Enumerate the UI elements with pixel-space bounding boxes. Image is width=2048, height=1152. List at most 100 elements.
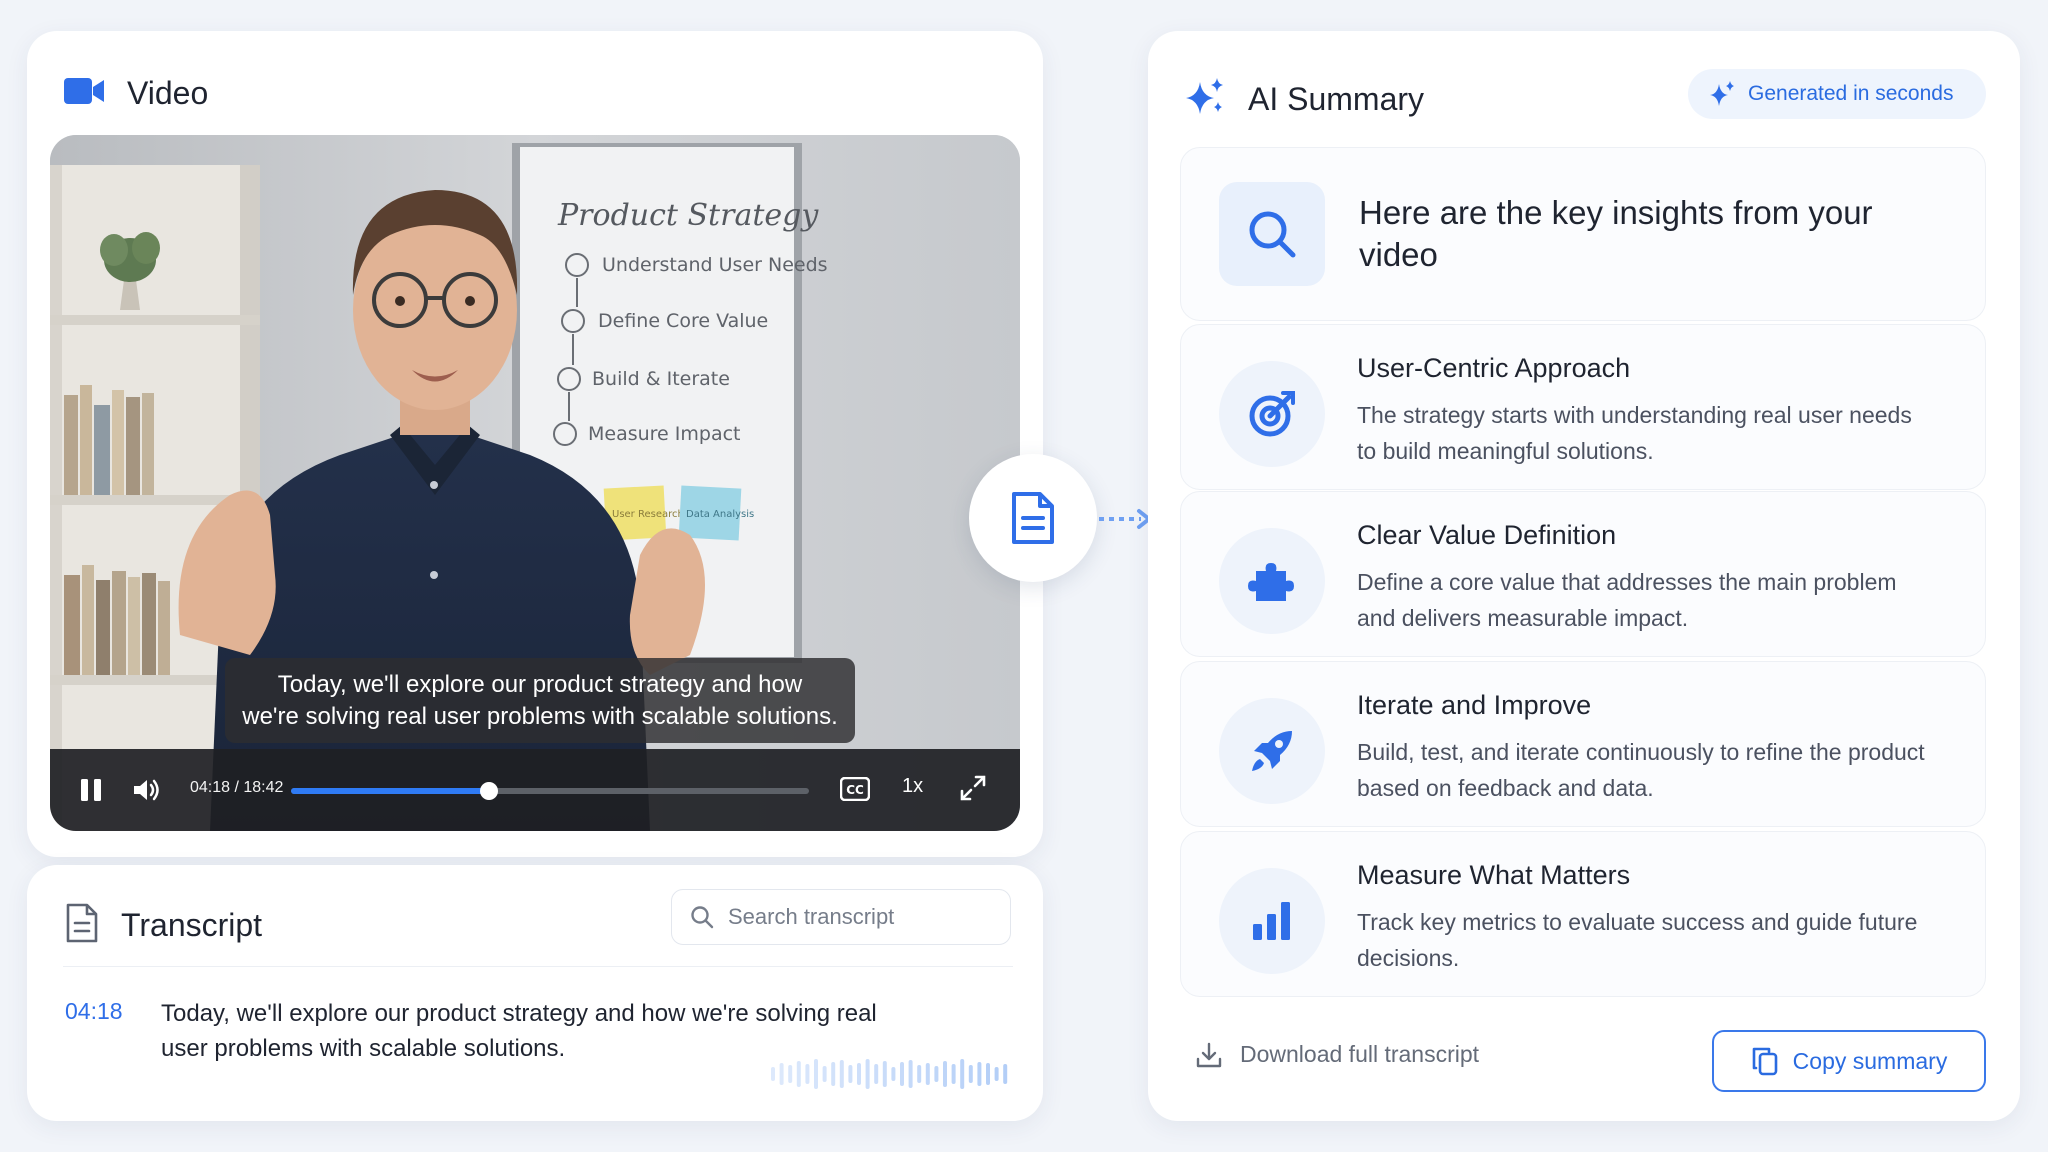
whiteboard-heading: Product Strategy (557, 198, 819, 233)
arrow-right-icon (1099, 509, 1153, 529)
target-icon (1249, 391, 1295, 437)
document-icon (65, 903, 99, 948)
progress-thumb[interactable] (480, 782, 499, 800)
waveform-bar (1003, 1064, 1008, 1084)
video-camera-icon (63, 76, 105, 111)
waveform-bar (882, 1061, 887, 1087)
insight-card: User-Centric Approach The strategy start… (1180, 324, 1986, 490)
video-title: Video (127, 74, 209, 111)
whiteboard-step-4: Measure Impact (588, 423, 741, 445)
rocket-icon (1252, 731, 1292, 771)
waveform-bar (934, 1066, 939, 1082)
waveform-bar (788, 1065, 793, 1083)
generated-badge: Generated in seconds (1688, 69, 1986, 119)
insight-title: Iterate and Improve (1357, 690, 1592, 720)
divider (63, 966, 1013, 967)
waveform-bar (839, 1060, 844, 1088)
transcript-timestamp[interactable]: 04:18 (65, 998, 123, 1025)
waveform-bar (951, 1064, 956, 1084)
download-transcript-link[interactable]: Download full transcript (1196, 1041, 1479, 1068)
download-label: Download full transcript (1240, 1041, 1480, 1067)
insight-card: Measure What Matters Track key metrics t… (1180, 831, 1986, 997)
search-icon (1249, 211, 1296, 258)
insight-card: Iterate and Improve Build, test, and ite… (1180, 661, 1986, 827)
insight-title: Measure What Matters (1357, 860, 1631, 890)
video-controls: 04:18 / 18:42 CC 1x (50, 749, 1020, 831)
waveform-bar (874, 1064, 879, 1084)
whiteboard-step-1: Understand User Needs (602, 254, 828, 276)
insight-description: The strategy starts with understanding r… (1357, 402, 1912, 464)
insight-title: Clear Value Definition (1357, 520, 1617, 550)
waveform-bar (960, 1059, 965, 1089)
download-icon (1196, 1042, 1222, 1067)
summary-card: AI Summary Generated in seconds Here are… (1148, 31, 2020, 1121)
document-icon (1012, 492, 1054, 544)
transcript-header: Transcript (65, 895, 262, 955)
insight-description: Track key metrics to evaluate success an… (1357, 909, 1918, 971)
cc-label: CC (846, 783, 864, 797)
transcript-search[interactable] (671, 889, 1011, 945)
time-readout: 04:18 / 18:42 (190, 779, 284, 796)
waveform-icon (771, 1059, 1008, 1089)
waveform-bar (822, 1066, 827, 1082)
insights-heading-panel: Here are the key insights from your vide… (1180, 147, 1986, 321)
waveform-bar (891, 1067, 896, 1081)
transcript-title: Transcript (121, 906, 263, 943)
waveform-bar (831, 1062, 836, 1086)
search-icon (691, 906, 714, 929)
playback-speed-button[interactable]: 1x (902, 775, 923, 798)
cc-icon: CC (840, 777, 870, 801)
caption-line-2: we're solving real user problems with sc… (242, 703, 838, 730)
insight-icon-circle (1219, 361, 1325, 467)
insight-icon-circle (1219, 868, 1325, 974)
captions-button[interactable]: CC (840, 777, 870, 801)
waveform-bar (779, 1063, 784, 1085)
pause-icon (81, 779, 101, 801)
progress-bar[interactable] (291, 782, 809, 800)
video-card: Video Product Strategy Understand User N… (27, 31, 1043, 857)
waveform-bar (805, 1064, 810, 1084)
sparkle-icon (1710, 81, 1734, 106)
search-input[interactable] (728, 904, 988, 930)
bar-chart-icon (1253, 902, 1290, 940)
waveform-bar (994, 1067, 999, 1081)
whiteboard-step-2: Define Core Value (598, 310, 768, 332)
insights-heading: Here are the key insights from your vide… (1359, 194, 1873, 273)
insight-card: Clear Value Definition Define a core val… (1180, 491, 1986, 657)
copy-icon (1752, 1047, 1777, 1076)
volume-button[interactable] (130, 773, 164, 807)
waveform-bar (977, 1062, 982, 1086)
waveform-bar (917, 1065, 922, 1083)
waveform-bar (814, 1059, 818, 1089)
copy-summary-button[interactable]: Copy summary (1712, 1030, 1986, 1092)
waveform-bar (968, 1065, 973, 1083)
sparkle-icon (1184, 76, 1226, 123)
fullscreen-icon (960, 775, 986, 801)
waveform-bar (900, 1062, 904, 1086)
fullscreen-button[interactable] (958, 773, 988, 803)
insights-icon-box (1219, 182, 1325, 286)
waveform-bar (857, 1063, 861, 1085)
waveform-bar (908, 1060, 913, 1088)
insight-title: User-Centric Approach (1357, 353, 1631, 383)
transcript-entry-text: Today, we'll explore our product strateg… (161, 1000, 877, 1062)
summarize-connector (969, 454, 1097, 582)
insight-description: Define a core value that addresses the m… (1357, 569, 1897, 631)
puzzle-icon (1248, 563, 1294, 601)
volume-icon (134, 779, 159, 801)
waveform-bar (848, 1065, 853, 1083)
copy-label: Copy summary (1792, 1047, 1948, 1074)
insight-icon-circle (1219, 528, 1325, 634)
whiteboard-step-3: Build & Iterate (592, 368, 730, 390)
waveform-bar (986, 1063, 990, 1085)
waveform-bar (943, 1061, 947, 1087)
transcript-card: Transcript 04:18 Today, we'll explore ou… (27, 865, 1043, 1121)
waveform-bar (925, 1063, 930, 1085)
badge-label: Generated in seconds (1748, 82, 1954, 105)
pause-button[interactable] (76, 775, 106, 805)
waveform-bar (865, 1059, 870, 1089)
sticky-note-2: Data Analysis (686, 509, 754, 520)
video-caption: Today, we'll explore our product strateg… (225, 658, 855, 743)
video-player[interactable]: Product Strategy Understand User Needs D… (50, 135, 1020, 831)
summary-header: AI Summary (1184, 71, 1424, 127)
